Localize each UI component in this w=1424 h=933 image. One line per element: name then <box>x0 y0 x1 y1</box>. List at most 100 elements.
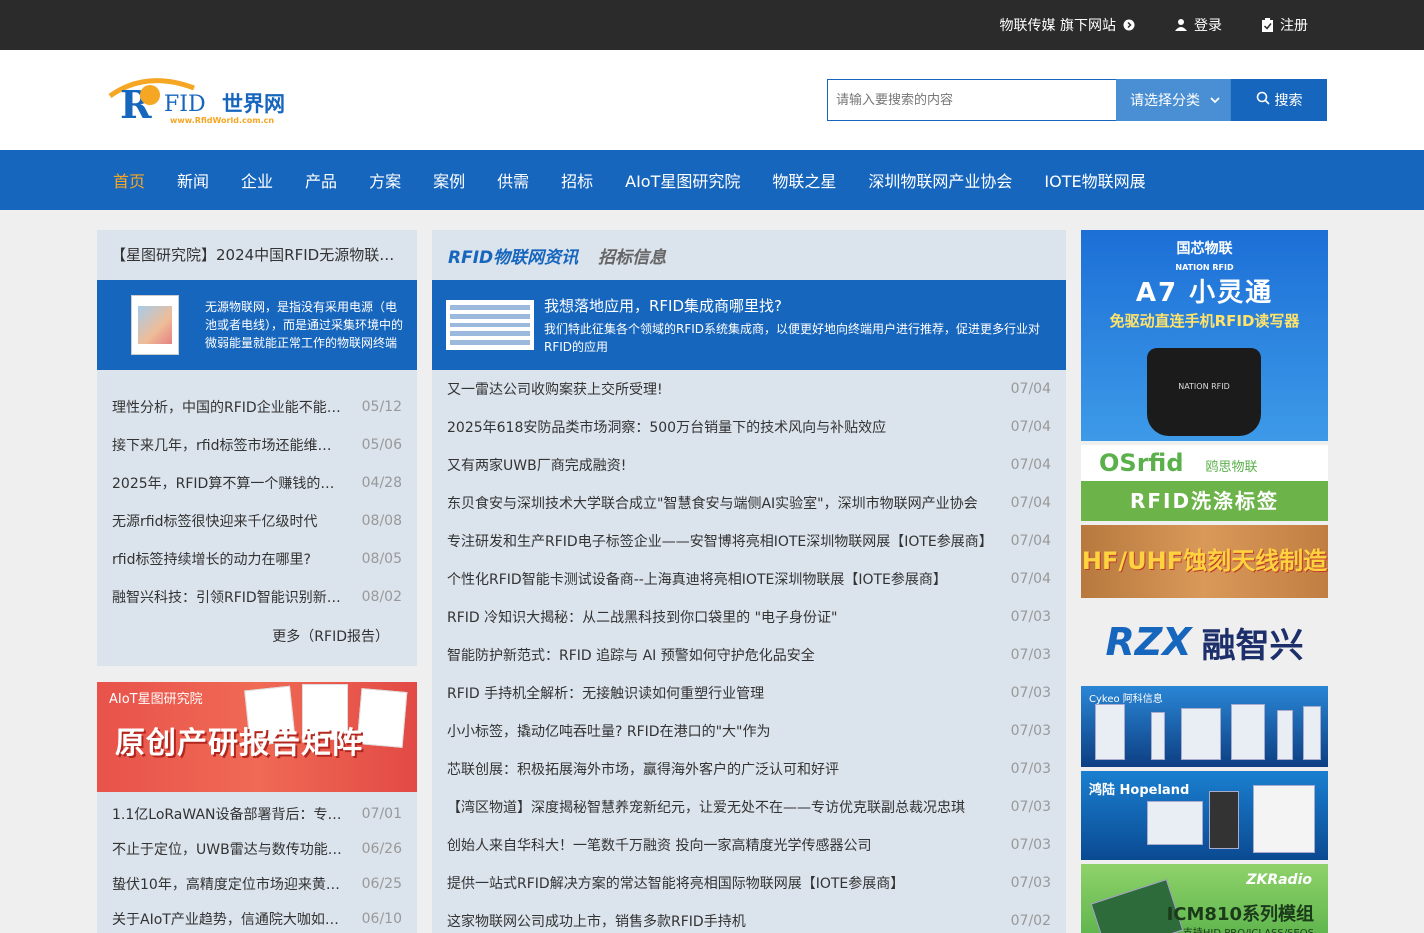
nav-item-enterprise[interactable]: 企业 <box>225 168 289 192</box>
ad-osrfid[interactable]: OSrfid 鸥思物联 RFID洗涤标签 <box>1081 445 1328 521</box>
list-item[interactable]: 关于AIoT产业趋势，信通院大咖如何看 06/10 <box>112 901 402 933</box>
register-link[interactable]: 注册 <box>1260 15 1308 35</box>
arrow-circle-icon <box>1122 18 1136 32</box>
list-item[interactable]: 蛰伏10年，高精度定位市场迎来黄金时代 06/25 <box>112 866 402 901</box>
tab-bidding-info[interactable]: 招标信息 <box>598 243 666 268</box>
more-reports-link[interactable]: 更多（RFID报告） <box>97 620 417 666</box>
chevron-down-icon <box>1210 92 1220 108</box>
news-panel-2: 1.1亿LoRaWAN设备部署背后：专家解读 07/01 不止于定位，UWB雷达与… <box>97 792 417 933</box>
news-item[interactable]: 智能防护新范式：RFID 追踪与 AI 预警如何守护危化品安全 07/03 <box>447 636 1051 674</box>
list-item[interactable]: 理性分析，中国的RFID企业能不能够赚钱 05/12 <box>112 388 402 426</box>
device-image <box>1253 785 1315 853</box>
featured-article[interactable]: 我想落地应用，RFID集成商哪里找? 我们特此征集各个领域的RFID系统集成商，… <box>432 280 1066 370</box>
ad-rzx[interactable]: RZX 融智兴 <box>1081 602 1328 682</box>
nav-item-news[interactable]: 新闻 <box>161 168 225 192</box>
machine-image <box>1303 706 1321 760</box>
device-image <box>1147 801 1203 845</box>
ad-brand: 国芯物联 NATION RFID <box>1175 241 1234 272</box>
news-item[interactable]: 这家物联网公司成功上市，销售多款RFID手持机 07/02 <box>447 902 1051 933</box>
tab-rfid-news[interactable]: RFID物联网资讯 <box>448 243 578 268</box>
machine-image <box>1151 712 1165 760</box>
login-link[interactable]: 登录 <box>1174 15 1222 35</box>
register-label: 注册 <box>1280 18 1308 34</box>
nav-item-cases[interactable]: 案例 <box>417 168 481 192</box>
ad-subline: 免驱动直连手机RFID读写器 <box>1109 312 1300 330</box>
report-cover-image <box>131 295 179 355</box>
ad-headline: A7 小灵通 <box>1135 278 1274 308</box>
nav-item-iot-star[interactable]: 物联之星 <box>756 168 852 192</box>
news-item[interactable]: 个性化RFID智能卡测试设备商--上海真迪将亮相IOTE深圳物联展【IOTE参展… <box>447 560 1051 598</box>
top-bar: 物联传媒 旗下网站 登录 注册 <box>0 0 1424 50</box>
nav-item-solutions[interactable]: 方案 <box>353 168 417 192</box>
login-label: 登录 <box>1194 18 1222 34</box>
report-list: 理性分析，中国的RFID企业能不能够赚钱 05/12 接下来几年，rfid标签市场… <box>97 370 417 620</box>
ad-headline: RFID洗涤标签 <box>1081 481 1328 521</box>
svg-text:世界网: 世界网 <box>222 92 285 116</box>
clipboard-check-icon <box>1260 18 1274 32</box>
main-nav: 首页 新闻 企业 产品 方案 案例 供需 招标 AIoT星图研究院 物联之星 深… <box>0 150 1424 210</box>
nav-item-products[interactable]: 产品 <box>289 168 353 192</box>
svg-text:FID: FID <box>164 92 206 117</box>
news-item[interactable]: 东贝食安与深圳技术大学联合成立"智慧食安与端侧AI实验室"，深圳市物联网产业协会… <box>447 484 1051 522</box>
nav-item-aiot-institute[interactable]: AIoT星图研究院 <box>609 168 756 192</box>
report-title[interactable]: 【星图研究院】2024中国RFID无源物联网产业白皮书 <box>97 230 417 280</box>
report-panel: 【星图研究院】2024中国RFID无源物联网产业白皮书 无源物联网，是指没有采用… <box>97 230 417 666</box>
machine-image <box>1231 704 1265 760</box>
ad-zkradio[interactable]: ZKRadio ICM810系列模组 支持HID PRO/ICLASS/SEOS <box>1081 864 1328 933</box>
news-item[interactable]: 创始人来自华科大！一笔数千万融资 投向一家高精度光学传感器公司 07/03 <box>447 826 1051 864</box>
site-logo[interactable]: R FID 世界网 www.RfidWorld.com.cn <box>106 74 296 130</box>
machine-image <box>1095 704 1125 760</box>
ad-nation-rfid[interactable]: 国芯物联 NATION RFID A7 小灵通 免驱动直连手机RFID读写器 NA… <box>1081 230 1328 441</box>
news-item[interactable]: 2025年618安防品类市场洞察：500万台销量下的技术风向与补贴效应 07/04 <box>447 408 1051 446</box>
news-item[interactable]: 提供一站式RFID解决方案的常达智能将亮相国际物联网展【IOTE参展商】 07/0… <box>447 864 1051 902</box>
ad-antenna[interactable]: HF/UHF蚀刻天线制造商 <box>1081 525 1328 598</box>
category-label: 请选择分类 <box>1130 93 1200 109</box>
search-button[interactable]: 搜索 <box>1230 79 1327 121</box>
nav-item-bidding[interactable]: 招标 <box>545 168 609 192</box>
ad-column: 国芯物联 NATION RFID A7 小灵通 免驱动直连手机RFID读写器 NA… <box>1081 230 1328 933</box>
nav-item-shenzhen-association[interactable]: 深圳物联网产业协会 <box>852 168 1028 192</box>
user-icon <box>1174 18 1188 32</box>
nav-item-home[interactable]: 首页 <box>97 168 161 192</box>
search-input[interactable] <box>827 79 1116 121</box>
ad-cykeo[interactable]: Cykeo 阿科信息 <box>1081 686 1328 767</box>
report-paper-image <box>356 688 408 748</box>
news-item[interactable]: RFID 冷知识大揭秘：从二战黑科技到你口袋里的 "电子身份证" 07/03 <box>447 598 1051 636</box>
news-item[interactable]: 又有两家UWB厂商完成融资! 07/04 <box>447 446 1051 484</box>
list-item[interactable]: 接下来几年，rfid标签市场还能维持高增长吗05/06 <box>112 426 402 464</box>
ad-logo: RZX <box>1105 620 1192 664</box>
research-banner[interactable]: AIoT星图研究院 原创产研报告矩阵 <box>97 682 417 792</box>
ad-hopeland[interactable]: 鸿陆 Hopeland <box>1081 771 1328 860</box>
list-item[interactable]: 2025年，RFID算不算一个赚钱的行业 04/28 <box>112 464 402 502</box>
news-item[interactable]: 小小标签，撬动亿吨吞吐量? RFID在港口的"大"作为 07/03 <box>447 712 1051 750</box>
ad-logo: OSrfid 鸥思物联 <box>1099 449 1258 477</box>
news-item[interactable]: 又一雷达公司收购案获上交所受理! 07/04 <box>447 370 1051 408</box>
nav-item-supply[interactable]: 供需 <box>481 168 545 192</box>
news-item[interactable]: 【湾区物道】深度揭秘智慧养宠新纪元，让爱无处不在——专访优克联副总裁况忠琪 07/… <box>447 788 1051 826</box>
media-link[interactable]: 物联传媒 旗下网站 <box>1000 15 1136 35</box>
svg-text:www.RfidWorld.com.cn: www.RfidWorld.com.cn <box>170 116 274 125</box>
ad-subline: 支持HID PRO/ICLASS/SEOS <box>1183 924 1314 933</box>
news-item[interactable]: RFID 手持机全解析：无接触识读如何重塑行业管理 07/03 <box>447 674 1051 712</box>
nav-item-iote-expo[interactable]: IOTE物联网展 <box>1028 168 1161 192</box>
report-feature[interactable]: 无源物联网，是指没有采用电源（电池或者电线），而是通过采集环境中的微弱能量就能正… <box>97 280 417 370</box>
list-item[interactable]: rfid标签持续增长的动力在哪里? 08/05 <box>112 540 402 578</box>
reader-device-image: NATION RFID <box>1147 348 1261 436</box>
banner-title: 原创产研报告矩阵 <box>115 726 363 761</box>
featured-thumbnail <box>446 300 534 350</box>
list-item[interactable]: 融智兴科技：引领RFID智能识别新时代 08/02 <box>112 578 402 616</box>
device-image <box>1209 791 1239 849</box>
ad-brand: 融智兴 <box>1201 625 1304 666</box>
list-item[interactable]: 不止于定位，UWB雷达与数传功能融合 06/26 <box>112 831 402 866</box>
list-item[interactable]: 1.1亿LoRaWAN设备部署背后：专家解读 07/01 <box>112 796 402 831</box>
ad-brand: ZKRadio <box>1246 872 1312 888</box>
search-button-label: 搜索 <box>1274 93 1303 109</box>
ad-headline: ICM810系列模组 <box>1166 904 1314 925</box>
news-item[interactable]: 专注研发和生产RFID电子标签企业——安智博将亮相IOTE深圳物联网展【IOTE… <box>447 522 1051 560</box>
middle-column: RFID物联网资讯 招标信息 我想落地应用，RFID集成商哪里找? 我们特此征集… <box>432 230 1066 933</box>
list-item[interactable]: 无源rfid标签很快迎来千亿级时代 08/08 <box>112 502 402 540</box>
featured-text: 我想落地应用，RFID集成商哪里找? 我们特此征集各个领域的RFID系统集成商，… <box>544 295 1050 356</box>
featured-title: 我想落地应用，RFID集成商哪里找? <box>544 296 782 315</box>
category-select[interactable]: 请选择分类 <box>1116 79 1230 121</box>
news-item[interactable]: 芯联创展：积极拓展海外市场，赢得海外客户的广泛认可和好评 07/03 <box>447 750 1051 788</box>
